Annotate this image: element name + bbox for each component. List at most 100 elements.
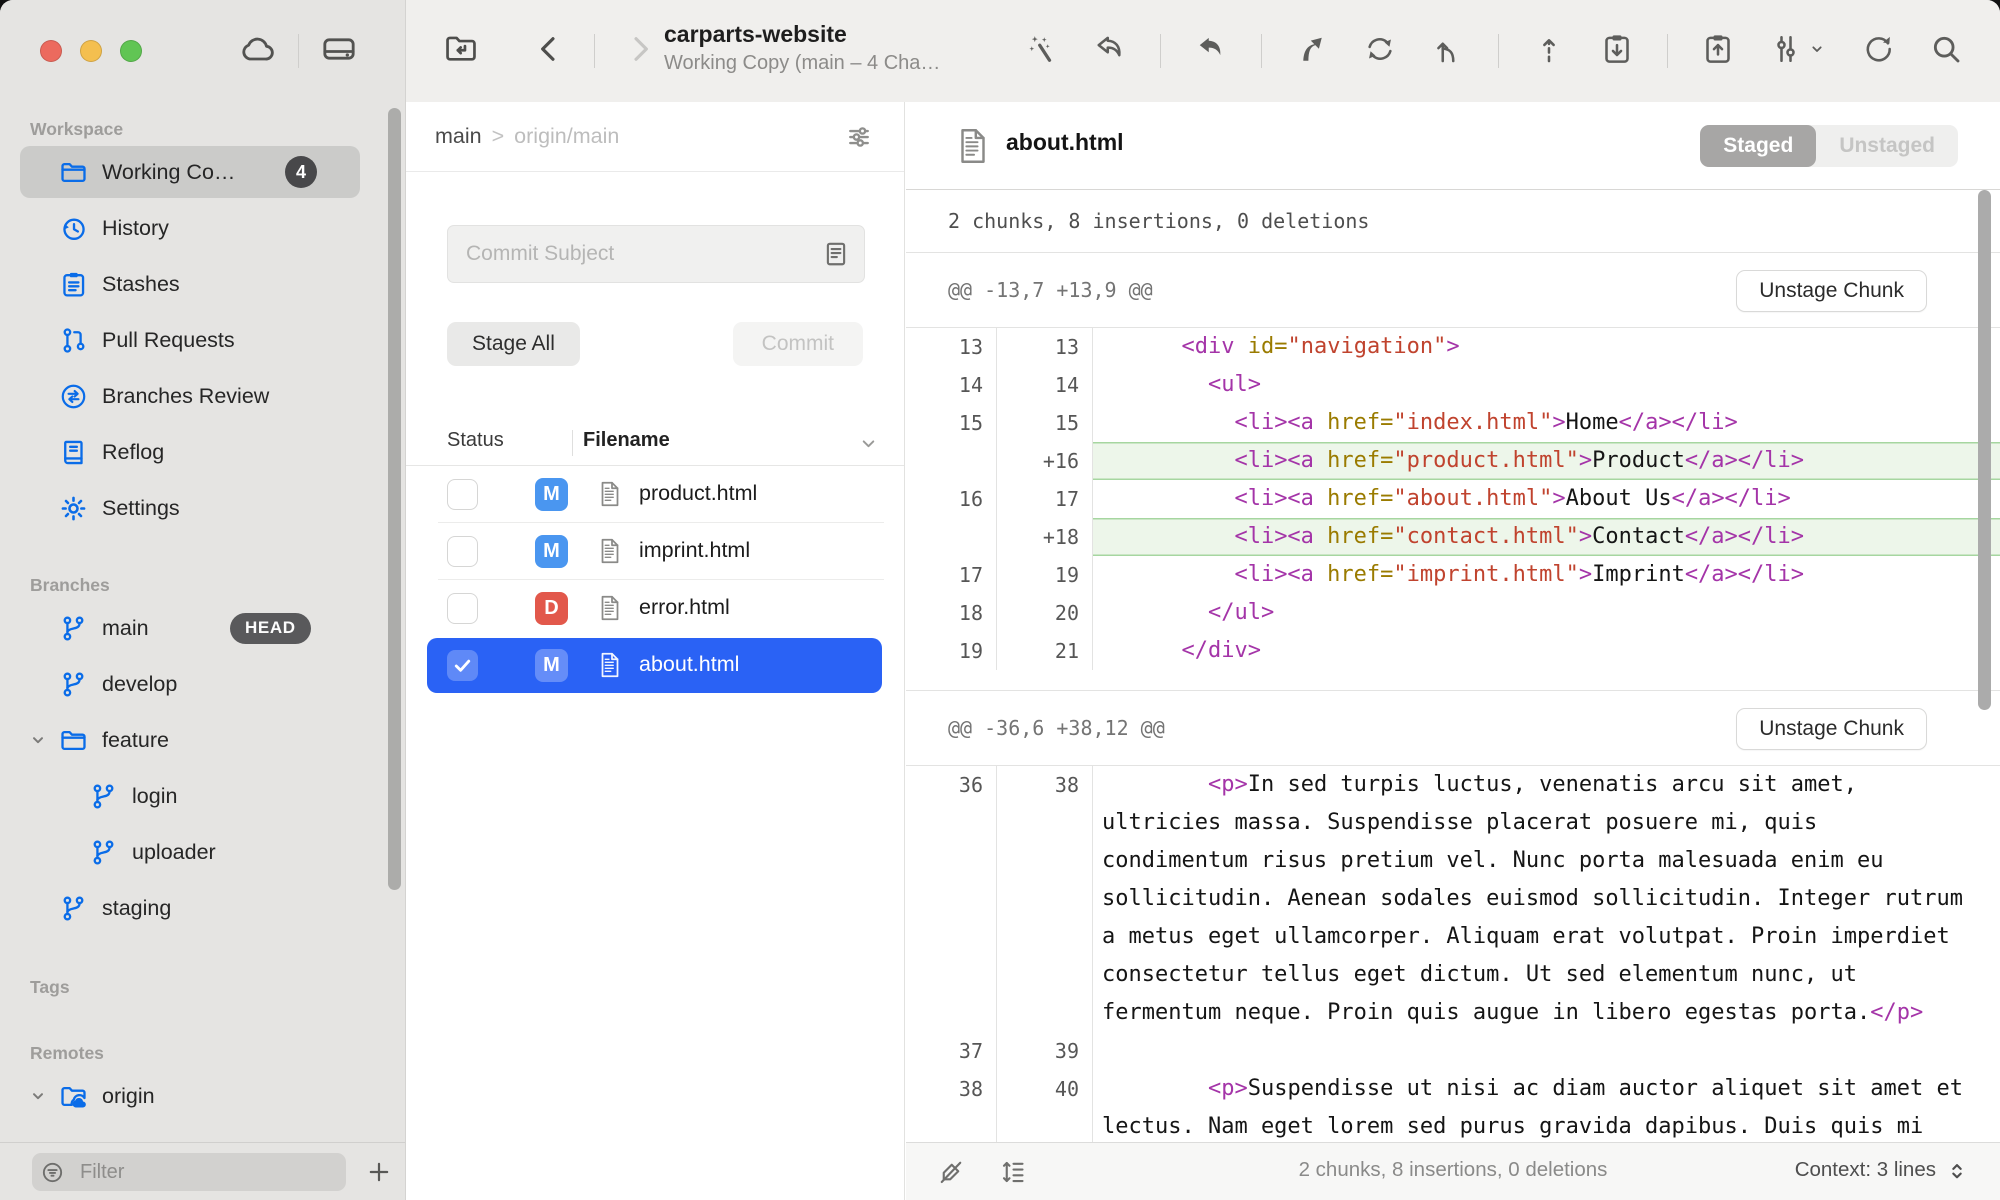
- rebase-button[interactable]: [1531, 31, 1567, 72]
- chevron-down-icon[interactable]: [26, 728, 52, 752]
- file-name: imprint.html: [639, 538, 750, 563]
- stage-checkbox[interactable]: [447, 650, 478, 681]
- clipboard-down-icon: [1599, 31, 1635, 72]
- search-button[interactable]: [1928, 31, 1964, 72]
- unstash-button[interactable]: [1700, 31, 1736, 72]
- status-badge: M: [535, 649, 568, 682]
- stage-checkbox[interactable]: [447, 536, 478, 567]
- titlebar-nav: [436, 0, 665, 102]
- drive-icon[interactable]: [319, 29, 359, 74]
- stage-checkbox[interactable]: [447, 593, 478, 624]
- diff-footer: 2 chunks, 8 insertions, 0 deletions Cont…: [906, 1142, 2000, 1200]
- refresh-button[interactable]: [1860, 31, 1896, 72]
- traffic-lights: [40, 40, 142, 62]
- sidebar-item-stashes[interactable]: Stashes: [0, 256, 405, 312]
- push-button[interactable]: [1294, 31, 1330, 72]
- chunk-header: @@ -36,6 +38,12 @@ Unstage Chunk: [906, 690, 2000, 766]
- open-repository-icon[interactable]: [436, 24, 486, 79]
- status-badge: D: [535, 592, 568, 625]
- sync-arrows-icon: [1362, 31, 1398, 72]
- gear-icon: [58, 493, 90, 524]
- sidebar-item-label: Settings: [102, 496, 180, 521]
- sidebar-item-develop[interactable]: develop: [0, 656, 405, 712]
- cloud-icon[interactable]: [238, 29, 278, 74]
- breadcrumb-upstream[interactable]: origin/main: [514, 124, 619, 149]
- sidebar-filter-bar: [0, 1142, 405, 1200]
- view-options-button[interactable]: [1768, 31, 1828, 72]
- minimize-window-button[interactable]: [80, 40, 102, 62]
- status-column-header[interactable]: Status: [447, 429, 504, 452]
- view-options-icon[interactable]: [844, 122, 874, 158]
- old-line-number: 36: [906, 766, 997, 1032]
- row-separator: [438, 579, 884, 580]
- repository-subtitle: Working Copy (main – 4 Cha…: [664, 49, 984, 77]
- folder-cloud-icon: [58, 1081, 90, 1112]
- file-name: about.html: [639, 652, 739, 677]
- file-icon: [952, 122, 994, 175]
- unstage-chunk-button[interactable]: Unstage Chunk: [1736, 270, 1927, 312]
- sidebar-item-branches-review[interactable]: Branches Review: [0, 368, 405, 424]
- sidebar-filter-input[interactable]: [32, 1153, 346, 1191]
- commit-button[interactable]: Commit: [733, 322, 863, 366]
- file-row-product-html[interactable]: M product.html: [406, 466, 904, 523]
- breadcrumb[interactable]: main > origin/main: [406, 102, 904, 172]
- toolbar-divider: [298, 34, 299, 68]
- sidebar-item-login[interactable]: login: [0, 768, 405, 824]
- file-row-about-html[interactable]: M about.html: [406, 637, 904, 694]
- file-row-error-html[interactable]: D error.html: [406, 580, 904, 637]
- sidebar-section-tags: Tags: [0, 972, 405, 1002]
- code-line: <li><a href="index.html">Home</a></li>: [1093, 404, 2000, 442]
- diff-scrollbar[interactable]: [1978, 190, 1991, 710]
- code-line: <p>In sed turpis luctus, venenatis arcu …: [1093, 766, 2000, 1032]
- chevron-down-icon[interactable]: [26, 1084, 52, 1108]
- context-lines-label: Context: 3 lines: [1795, 1158, 1936, 1182]
- merge-button[interactable]: [1430, 31, 1466, 72]
- chunk-header: @@ -13,7 +13,9 @@ Unstage Chunk: [906, 252, 2000, 328]
- sidebar-item-origin[interactable]: origin: [0, 1068, 405, 1124]
- zoom-window-button[interactable]: [120, 40, 142, 62]
- sidebar-item-pull-requests[interactable]: Pull Requests: [0, 312, 405, 368]
- diff-table: 13 13 <div id="navigation"> 14 14 <ul> 1…: [906, 328, 2000, 690]
- sidebar-item-settings[interactable]: Settings: [0, 480, 405, 536]
- file-row-imprint-html[interactable]: M imprint.html: [406, 523, 904, 580]
- sidebar-item-label: feature: [102, 728, 169, 753]
- sidebar-item-staging[interactable]: staging: [0, 880, 405, 936]
- sidebar-item-feature[interactable]: feature: [0, 712, 405, 768]
- commit-message-template-icon[interactable]: [821, 239, 851, 274]
- clipboard-up-icon: [1700, 31, 1736, 72]
- close-window-button[interactable]: [40, 40, 62, 62]
- quick-launch-button[interactable]: [1024, 31, 1060, 72]
- stash-button[interactable]: [1599, 31, 1635, 72]
- breadcrumb-current-branch[interactable]: main: [435, 124, 482, 149]
- add-repository-button[interactable]: [365, 1158, 393, 1191]
- commit-subject-input[interactable]: [447, 225, 865, 283]
- sidebar-item-reflog[interactable]: Reflog: [0, 424, 405, 480]
- sidebar-item-label: Reflog: [102, 440, 164, 465]
- sidebar-item-working-co[interactable]: Working Co… 4: [0, 144, 405, 200]
- back-button[interactable]: [524, 24, 574, 79]
- old-line-number: 15: [906, 404, 997, 442]
- forward-button[interactable]: [615, 24, 665, 79]
- sidebar-item-uploader[interactable]: uploader: [0, 824, 405, 880]
- stage-all-button[interactable]: Stage All: [447, 322, 580, 366]
- branch-icon: [58, 669, 90, 700]
- old-line-number: 37: [906, 1032, 997, 1070]
- sync-button[interactable]: [1362, 31, 1398, 72]
- sidebar-section-workspace: Workspace: [0, 114, 405, 144]
- tab-staged[interactable]: Staged: [1700, 125, 1816, 167]
- diff-line: 13 13 <div id="navigation">: [906, 328, 2000, 366]
- sidebar-item-history[interactable]: History: [0, 200, 405, 256]
- sidebar-item-main[interactable]: main HEAD: [0, 600, 405, 656]
- context-stepper[interactable]: [1944, 1158, 1970, 1189]
- chevron-down-icon[interactable]: [857, 432, 880, 460]
- stage-checkbox[interactable]: [447, 479, 478, 510]
- chunk-range: @@ -36,6 +38,12 @@: [906, 716, 1165, 740]
- fetch-button[interactable]: [1092, 31, 1128, 72]
- sidebar-item-label: login: [132, 784, 177, 809]
- tab-unstaged[interactable]: Unstaged: [1816, 125, 1958, 167]
- pull-button[interactable]: [1193, 31, 1229, 72]
- filename-column-header[interactable]: Filename: [583, 429, 670, 452]
- toolbar-actions: [1024, 0, 1964, 102]
- unstage-chunk-button[interactable]: Unstage Chunk: [1736, 708, 1927, 750]
- search-icon: [1928, 31, 1964, 72]
